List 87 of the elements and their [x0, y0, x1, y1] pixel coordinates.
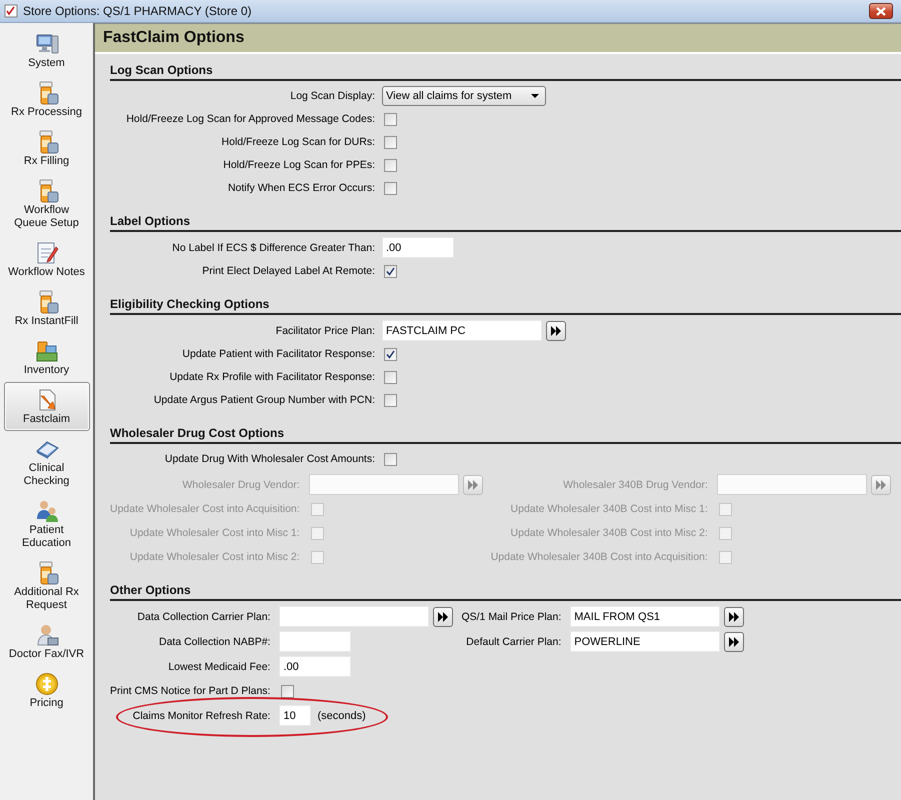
checkbox[interactable]	[384, 264, 397, 278]
field-label: Default Carrier Plan:	[465, 634, 562, 650]
person-icon	[34, 623, 58, 647]
field-label: Log Scan Display:	[289, 89, 376, 104]
field-label: Update Wholesaler Cost into Misc 1:	[128, 526, 301, 541]
field-label: Update Patient with Facilitator Response:	[181, 347, 376, 362]
checkbox[interactable]	[384, 158, 397, 172]
sidebar-item[interactable]: Rx Processing	[4, 75, 90, 124]
double-arrow-icon	[550, 326, 562, 336]
page-title: FastClaim Options	[103, 29, 244, 47]
close-icon	[876, 6, 886, 16]
input-field[interactable]	[279, 631, 352, 652]
field-label: QS/1 Mail Price Plan:	[461, 610, 562, 624]
checkbox[interactable]	[384, 182, 397, 194]
sidebar-item[interactable]: Fastclaim	[4, 382, 90, 431]
input-field[interactable]: MAIL FROM QS1	[570, 606, 720, 627]
field-label: Notify When ECS Error Occurs:	[226, 181, 376, 196]
section-heading: Log Scan Options	[110, 60, 901, 81]
section-heading: Other Options	[110, 580, 901, 601]
sidebar-item[interactable]: Doctor Fax/IVR	[4, 617, 90, 666]
checkbox[interactable]	[384, 348, 397, 360]
lookup-button[interactable]	[724, 632, 744, 652]
field-label: Data Collection NABP#:	[158, 634, 272, 650]
note-icon	[34, 241, 58, 265]
field-label: Print CMS Notice for Part D Plans:	[110, 684, 272, 699]
sidebar-item[interactable]: Patient Education	[4, 493, 90, 555]
checkbox[interactable]	[384, 112, 397, 126]
checkbox[interactable]	[281, 684, 294, 698]
field-label: Update Drug With Wholesaler Cost Amounts:	[164, 452, 376, 467]
input-field[interactable]	[279, 606, 430, 627]
input-field[interactable]: FASTCLAIM PC	[382, 320, 542, 341]
input-field[interactable]: POWERLINE	[570, 631, 720, 652]
sidebar-item[interactable]: Workflow Notes	[4, 235, 90, 284]
section-heading: Wholesaler Drug Cost Options	[110, 423, 901, 444]
unit-label: (seconds)	[316, 710, 366, 722]
section-heading: Label Options	[110, 211, 901, 232]
field-label: Update Wholesaler Cost into Acquisition:	[110, 502, 301, 517]
checkbox[interactable]	[384, 394, 397, 406]
field-label: Data Collection Carrier Plan:	[136, 610, 272, 624]
field-label: Facilitator Price Plan:	[274, 324, 376, 338]
lookup-button[interactable]	[724, 606, 744, 626]
field-label: Claims Monitor Refresh Rate:	[132, 708, 272, 724]
double-arrow-icon	[728, 612, 740, 622]
field-label: Update Wholesaler 340B Cost into Misc 1:	[510, 502, 709, 517]
sidebar-item[interactable]: System	[4, 26, 90, 75]
input-field[interactable]: .00	[279, 656, 352, 677]
field-label: Hold/Freeze Log Scan for Approved Message Codes:	[125, 112, 376, 127]
field-label: Print Elect Delayed Label At Remote:	[201, 264, 376, 279]
people-icon	[34, 499, 58, 523]
field-label: No Label If ECS $ Difference Greater Than:	[171, 240, 376, 256]
sidebar-item[interactable]: Additional Rx Request	[4, 555, 90, 617]
lookup-button[interactable]	[433, 606, 454, 626]
field-label: Hold/Freeze Log Scan for PPEs:	[222, 158, 376, 173]
input-field[interactable]: 10	[279, 705, 312, 726]
computer-icon	[34, 32, 58, 56]
sidebar-item[interactable]: Rx InstantFill	[4, 284, 90, 333]
field-label: Update Wholesaler 340B Cost into Acquisition:	[490, 550, 709, 565]
field-label: Wholesaler 340B Drug Vendor:	[562, 478, 709, 492]
section-heading: Eligibility Checking Options	[110, 294, 901, 315]
sidebar-item[interactable]: Pricing	[4, 666, 90, 715]
field-label: Update Rx Profile with Facilitator Response:	[168, 370, 376, 385]
field-label: Update Wholesaler 340B Cost into Misc 2:	[510, 526, 709, 541]
close-button[interactable]	[869, 3, 893, 19]
sidebar-item[interactable]: Rx Filling	[4, 124, 90, 173]
field-label: Update Argus Patient Group Number with PCN:	[152, 393, 376, 408]
field-label: Update Wholesaler Cost into Misc 2:	[128, 550, 301, 565]
input-field[interactable]: .00	[382, 237, 454, 258]
sidebar-item[interactable]: Workflow Queue Setup	[4, 173, 90, 235]
double-arrow-icon	[437, 612, 450, 622]
checkbox[interactable]	[384, 452, 397, 466]
coin-icon	[34, 672, 58, 696]
checkbox[interactable]	[384, 136, 397, 148]
sidebar-item[interactable]: Clinical Checking	[4, 431, 90, 493]
field-label: Hold/Freeze Log Scan for DURs:	[220, 135, 376, 150]
dropdown[interactable]: View all claims for system	[382, 86, 546, 106]
checkbox[interactable]	[384, 370, 397, 384]
lookup-button[interactable]	[546, 320, 566, 340]
sidebar-item[interactable]: Inventory	[4, 333, 90, 382]
double-arrow-icon	[466, 480, 479, 490]
field-label: Wholesaler Drug Vendor:	[181, 478, 301, 492]
app-icon	[4, 4, 18, 18]
window-title: Store Options: QS/1 PHARMACY (Store 0)	[23, 4, 253, 18]
boxes-icon	[34, 339, 58, 363]
caret-icon	[531, 94, 539, 98]
double-arrow-icon	[874, 480, 887, 490]
field-label: Lowest Medicaid Fee:	[167, 660, 272, 674]
double-arrow-icon	[728, 636, 740, 646]
